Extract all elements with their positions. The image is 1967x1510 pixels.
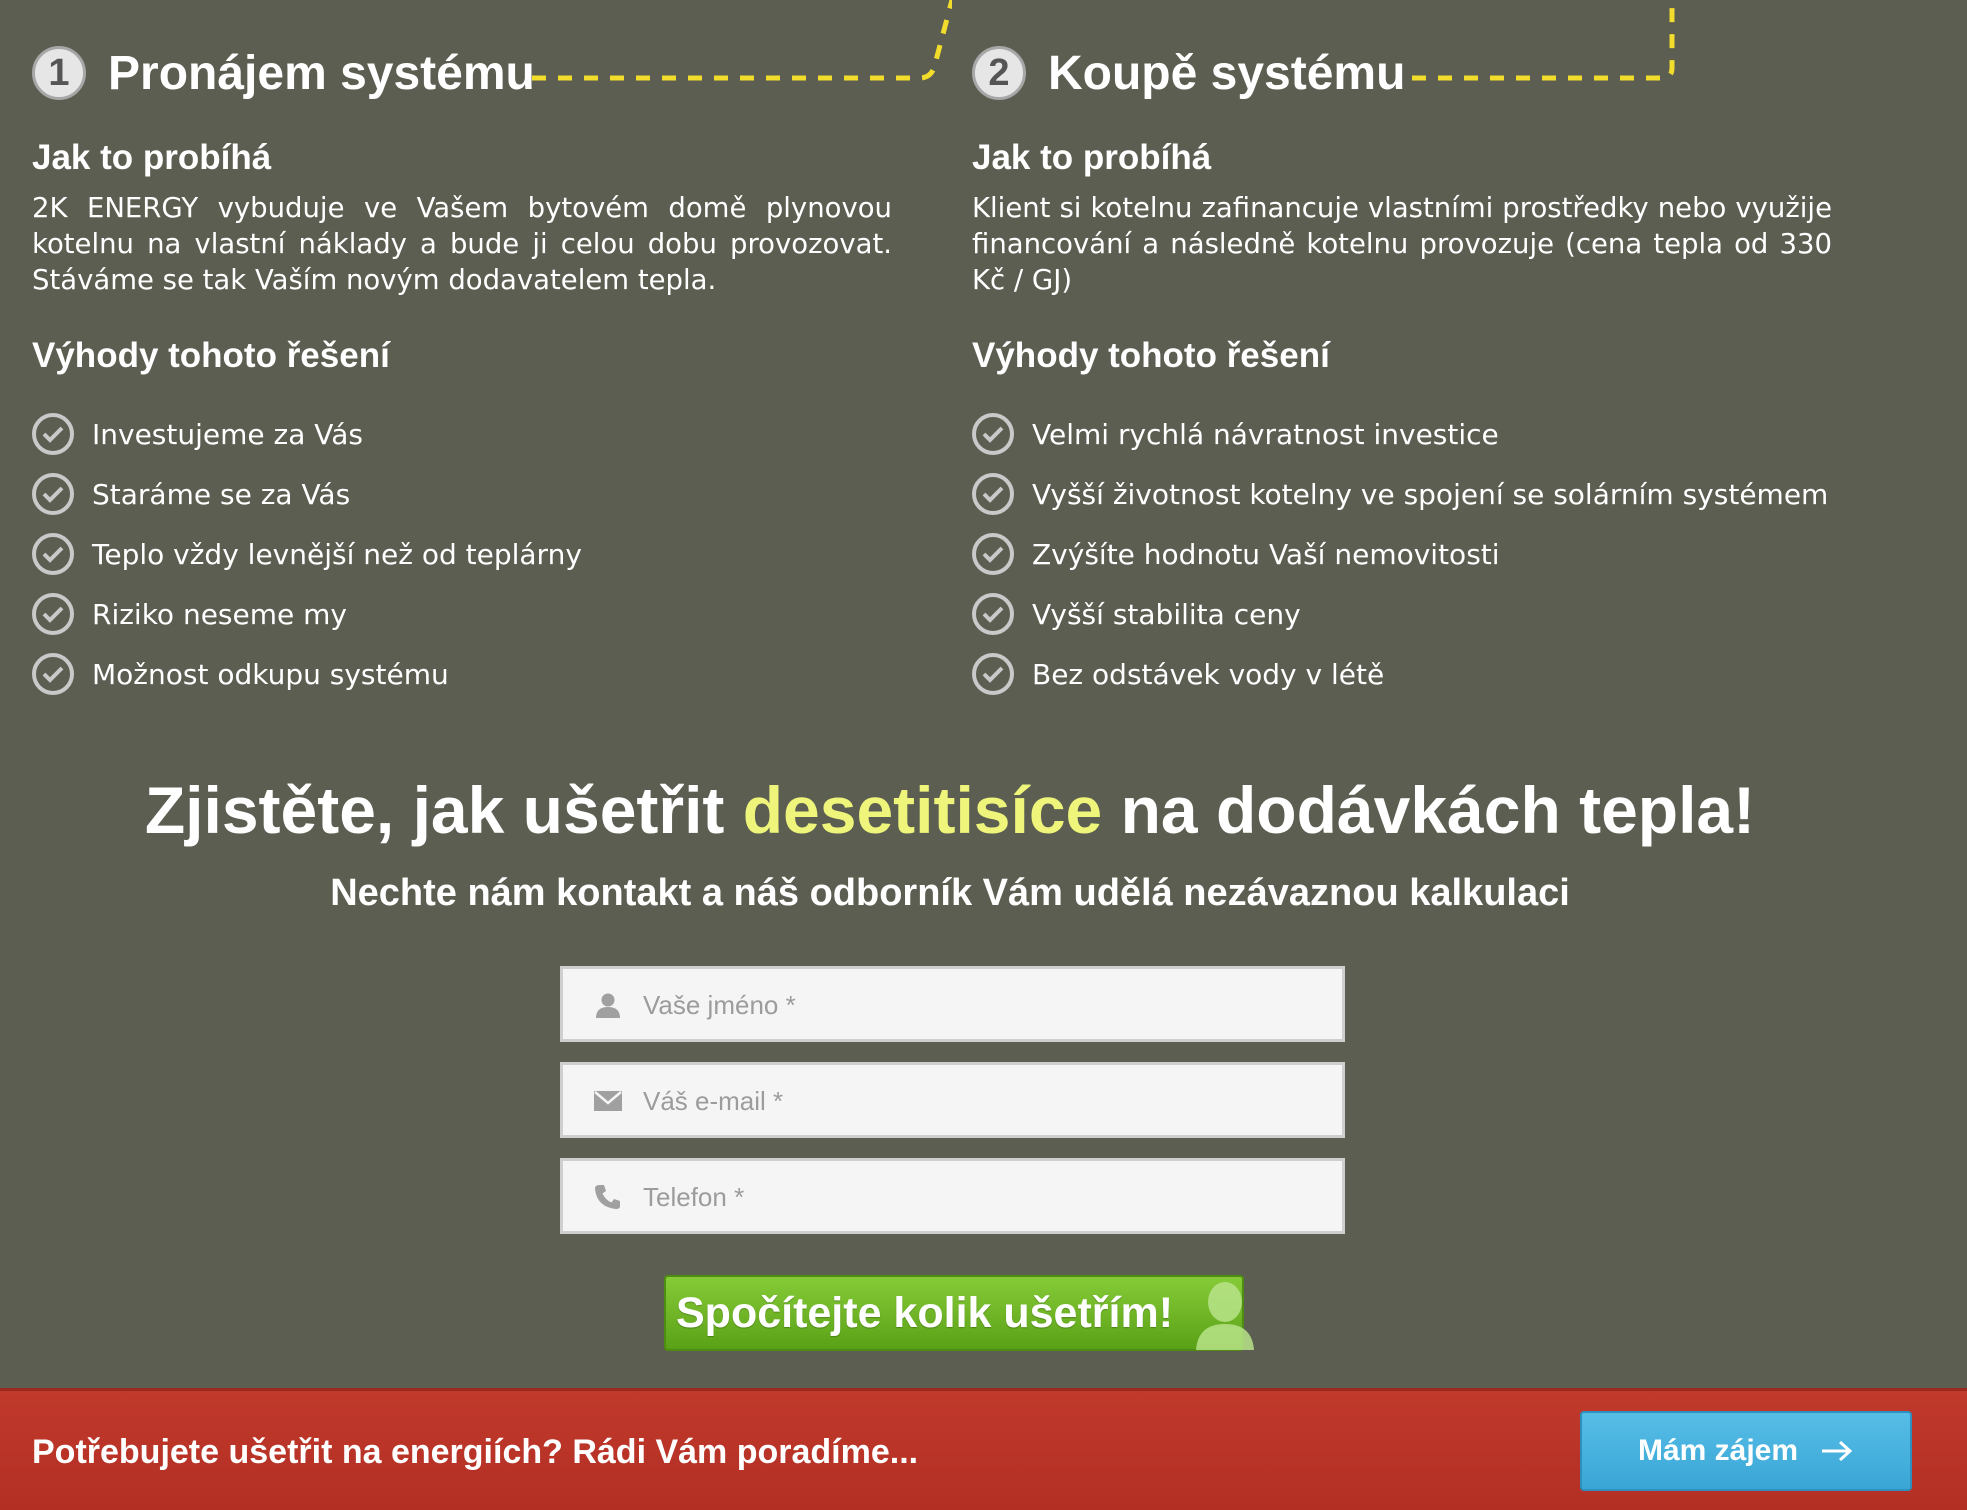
option-title: Pronájem systému — [108, 46, 535, 100]
benefits-heading: Výhody tohoto řešení — [32, 336, 390, 375]
benefit-text: Velmi rychlá návratnost investice — [1032, 417, 1499, 451]
contact-bar-text: Potřebujete ušetřit na energiích? Rádi V… — [32, 1433, 919, 1471]
interested-button-label: Mám zájem — [1637, 1434, 1799, 1467]
benefits-list: Investujeme za Vás Staráme se za Vás Tep… — [32, 404, 582, 704]
savings-headline: Zjistěte, jak ušetřit desetitisíce na do… — [0, 772, 1900, 848]
check-circle-icon — [972, 533, 1014, 575]
option-title-row: 1 Pronájem systému — [32, 42, 535, 104]
benefit-text: Riziko neseme my — [92, 597, 347, 631]
benefit-item: Vyšší stabilita ceny — [972, 584, 1828, 644]
check-circle-icon — [32, 413, 74, 455]
check-circle-icon — [972, 473, 1014, 515]
check-circle-icon — [972, 413, 1014, 455]
check-circle-icon — [972, 653, 1014, 695]
how-heading: Jak to probíhá — [972, 138, 1212, 177]
benefit-item: Možnost odkupu systému — [32, 644, 582, 704]
calculate-savings-button[interactable]: Spočítejte kolik ušetřím! — [664, 1275, 1244, 1351]
benefit-item: Investujeme za Vás — [32, 404, 582, 464]
benefit-item: Riziko neseme my — [32, 584, 582, 644]
benefit-text: Možnost odkupu systému — [92, 657, 449, 691]
benefit-item: Vyšší životnost kotelny ve spojení se so… — [972, 464, 1828, 524]
email-field — [560, 1062, 1345, 1138]
phone-icon — [595, 1185, 620, 1209]
headline-highlight: desetitisíce — [742, 773, 1103, 847]
name-input[interactable] — [641, 969, 1325, 1041]
check-circle-icon — [32, 473, 74, 515]
headline-text-start: Zjistěte, jak ušetřit — [144, 773, 743, 847]
name-field — [560, 966, 1345, 1042]
check-circle-icon — [32, 593, 74, 635]
option-description: Klient si kotelnu zafinancuje vlastními … — [972, 192, 1832, 296]
benefit-item: Bez odstávek vody v létě — [972, 644, 1828, 704]
benefit-text: Investujeme za Vás — [92, 417, 364, 451]
arrow-right-icon — [1822, 1440, 1853, 1462]
check-circle-icon — [972, 593, 1014, 635]
benefit-text: Bez odstávek vody v létě — [1032, 657, 1385, 691]
benefits-heading: Výhody tohoto řešení — [972, 336, 1330, 375]
benefit-text: Zvýšíte hodnotu Vaší nemovitosti — [1032, 537, 1500, 571]
benefit-item: Staráme se za Vás — [32, 464, 582, 524]
benefit-text: Vyšší stabilita ceny — [1032, 597, 1301, 631]
envelope-icon — [594, 1091, 622, 1111]
savings-subheadline: Nechte nám kontakt a náš odborník Vám ud… — [330, 872, 1570, 914]
phone-input[interactable] — [641, 1161, 1325, 1233]
user-icon — [596, 993, 620, 1018]
option-title-row: 2 Koupě systému — [972, 42, 1405, 104]
interested-button[interactable]: Mám zájem — [1580, 1411, 1912, 1491]
check-circle-icon — [32, 653, 74, 695]
phone-field — [560, 1158, 1345, 1234]
step-number-badge: 2 — [972, 46, 1026, 100]
benefit-item: Zvýšíte hodnotu Vaší nemovitosti — [972, 524, 1828, 584]
benefit-item: Velmi rychlá návratnost investice — [972, 404, 1828, 464]
benefit-item: Teplo vždy levnější než od teplárny — [32, 524, 582, 584]
benefits-list: Velmi rychlá návratnost investice Vyšší … — [972, 404, 1828, 704]
headline-text-end: na dodávkách tepla! — [1102, 773, 1756, 847]
how-heading: Jak to probíhá — [32, 138, 272, 177]
option-description: 2K ENERGY vybuduje ve Vašem bytovém domě… — [32, 192, 892, 296]
check-circle-icon — [32, 533, 74, 575]
step-number-badge: 1 — [32, 46, 86, 100]
person-silhouette-icon — [1196, 1282, 1254, 1350]
option-title: Koupě systému — [1048, 46, 1406, 100]
benefit-text: Teplo vždy levnější než od teplárny — [92, 537, 582, 571]
benefit-text: Vyšší životnost kotelny ve spojení se so… — [1032, 477, 1829, 511]
email-input[interactable] — [641, 1065, 1325, 1137]
contact-bar: Potřebujete ušetřit na energiích? Rádi V… — [0, 1388, 1967, 1510]
benefit-text: Staráme se za Vás — [92, 477, 351, 511]
